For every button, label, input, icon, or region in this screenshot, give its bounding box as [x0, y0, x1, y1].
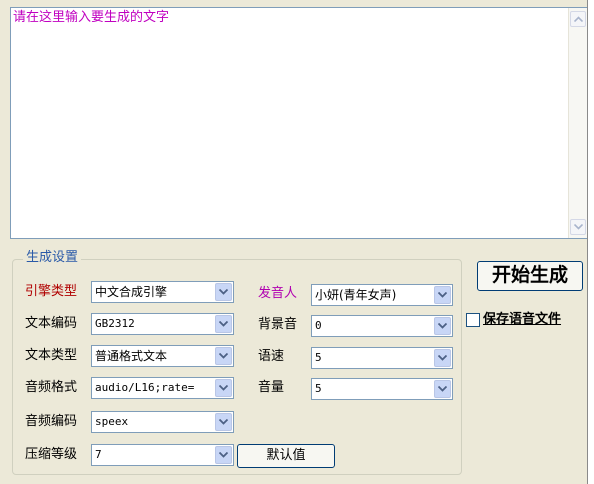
volume-dropdown-button[interactable] [434, 380, 451, 398]
engine-type-select[interactable]: 中文合成引擎 [91, 281, 234, 303]
tts-window: 请在这里输入要生成的文字 生成设置 引擎类型 中文合成引擎 发音人 小妍(青年女… [0, 0, 594, 484]
chevron-down-icon [219, 452, 228, 458]
engine-type-value: 中文合成引擎 [95, 285, 168, 299]
chevron-down-icon [219, 353, 228, 359]
chevron-down-icon [438, 355, 447, 361]
compression-level-value: 7 [95, 448, 102, 461]
speech-rate-value: 5 [315, 351, 322, 364]
start-generate-button[interactable]: 开始生成 [477, 261, 583, 291]
background-sound-select[interactable]: 0 [311, 315, 453, 337]
audio-format-select[interactable]: audio/L16;rate= [91, 377, 234, 399]
speech-rate-label: 语速 [258, 349, 285, 364]
speaker-select[interactable]: 小妍(青年女声) [311, 284, 453, 306]
default-values-button[interactable]: 默认值 [237, 444, 335, 468]
text-encoding-label: 文本编码 [25, 316, 78, 331]
chevron-down-icon [438, 292, 447, 298]
audio-codec-select[interactable]: speex [91, 411, 234, 433]
background-sound-value: 0 [315, 319, 322, 332]
text-encoding-select[interactable]: GB2312 [91, 313, 234, 335]
text-input-area[interactable]: 请在这里输入要生成的文字 [10, 7, 588, 239]
chevron-down-icon [219, 385, 228, 391]
arrow-down-icon [574, 224, 583, 230]
audio-codec-dropdown-button[interactable] [215, 413, 232, 431]
arrow-up-icon [574, 16, 583, 22]
text-type-label: 文本类型 [25, 348, 78, 363]
text-type-value: 普通格式文本 [95, 349, 168, 363]
settings-group-title: 生成设置 [23, 250, 82, 266]
audio-format-value: audio/L16;rate= [95, 381, 195, 394]
audio-format-label: 音频格式 [25, 380, 78, 395]
volume-select[interactable]: 5 [311, 378, 453, 400]
engine-type-dropdown-button[interactable] [215, 283, 232, 301]
scroll-down-button[interactable] [570, 219, 586, 235]
text-encoding-value: GB2312 [95, 317, 135, 330]
background-sound-dropdown-button[interactable] [434, 317, 451, 335]
chevron-down-icon [438, 386, 447, 392]
compression-level-label: 压缩等级 [25, 447, 78, 462]
chevron-down-icon [219, 289, 228, 295]
volume-label: 音量 [258, 380, 285, 395]
speech-rate-select[interactable]: 5 [311, 347, 453, 369]
chevron-down-icon [438, 323, 447, 329]
engine-type-label: 引擎类型 [25, 284, 78, 299]
text-input-content: 请在这里输入要生成的文字 [13, 10, 170, 25]
audio-codec-value: speex [95, 415, 129, 428]
chevron-down-icon [219, 419, 228, 425]
audio-codec-label: 音频编码 [25, 414, 78, 429]
save-audio-label[interactable]: 保存语音文件 [483, 312, 561, 328]
speaker-value: 小妍(青年女声) [315, 288, 397, 302]
text-encoding-dropdown-button[interactable] [215, 315, 232, 333]
text-type-dropdown-button[interactable] [215, 347, 232, 365]
save-audio-checkbox[interactable] [466, 313, 480, 327]
audio-format-dropdown-button[interactable] [215, 379, 232, 397]
compression-level-select[interactable]: 7 [91, 444, 234, 466]
scroll-up-button[interactable] [570, 11, 586, 27]
volume-value: 5 [315, 382, 322, 395]
compression-level-dropdown-button[interactable] [215, 446, 232, 464]
speaker-dropdown-button[interactable] [434, 286, 451, 304]
speech-rate-dropdown-button[interactable] [434, 349, 451, 367]
vertical-scrollbar[interactable] [568, 8, 587, 238]
chevron-down-icon [219, 321, 228, 327]
text-type-select[interactable]: 普通格式文本 [91, 345, 234, 367]
background-sound-label: 背景音 [258, 317, 298, 332]
speaker-label: 发音人 [258, 286, 298, 301]
